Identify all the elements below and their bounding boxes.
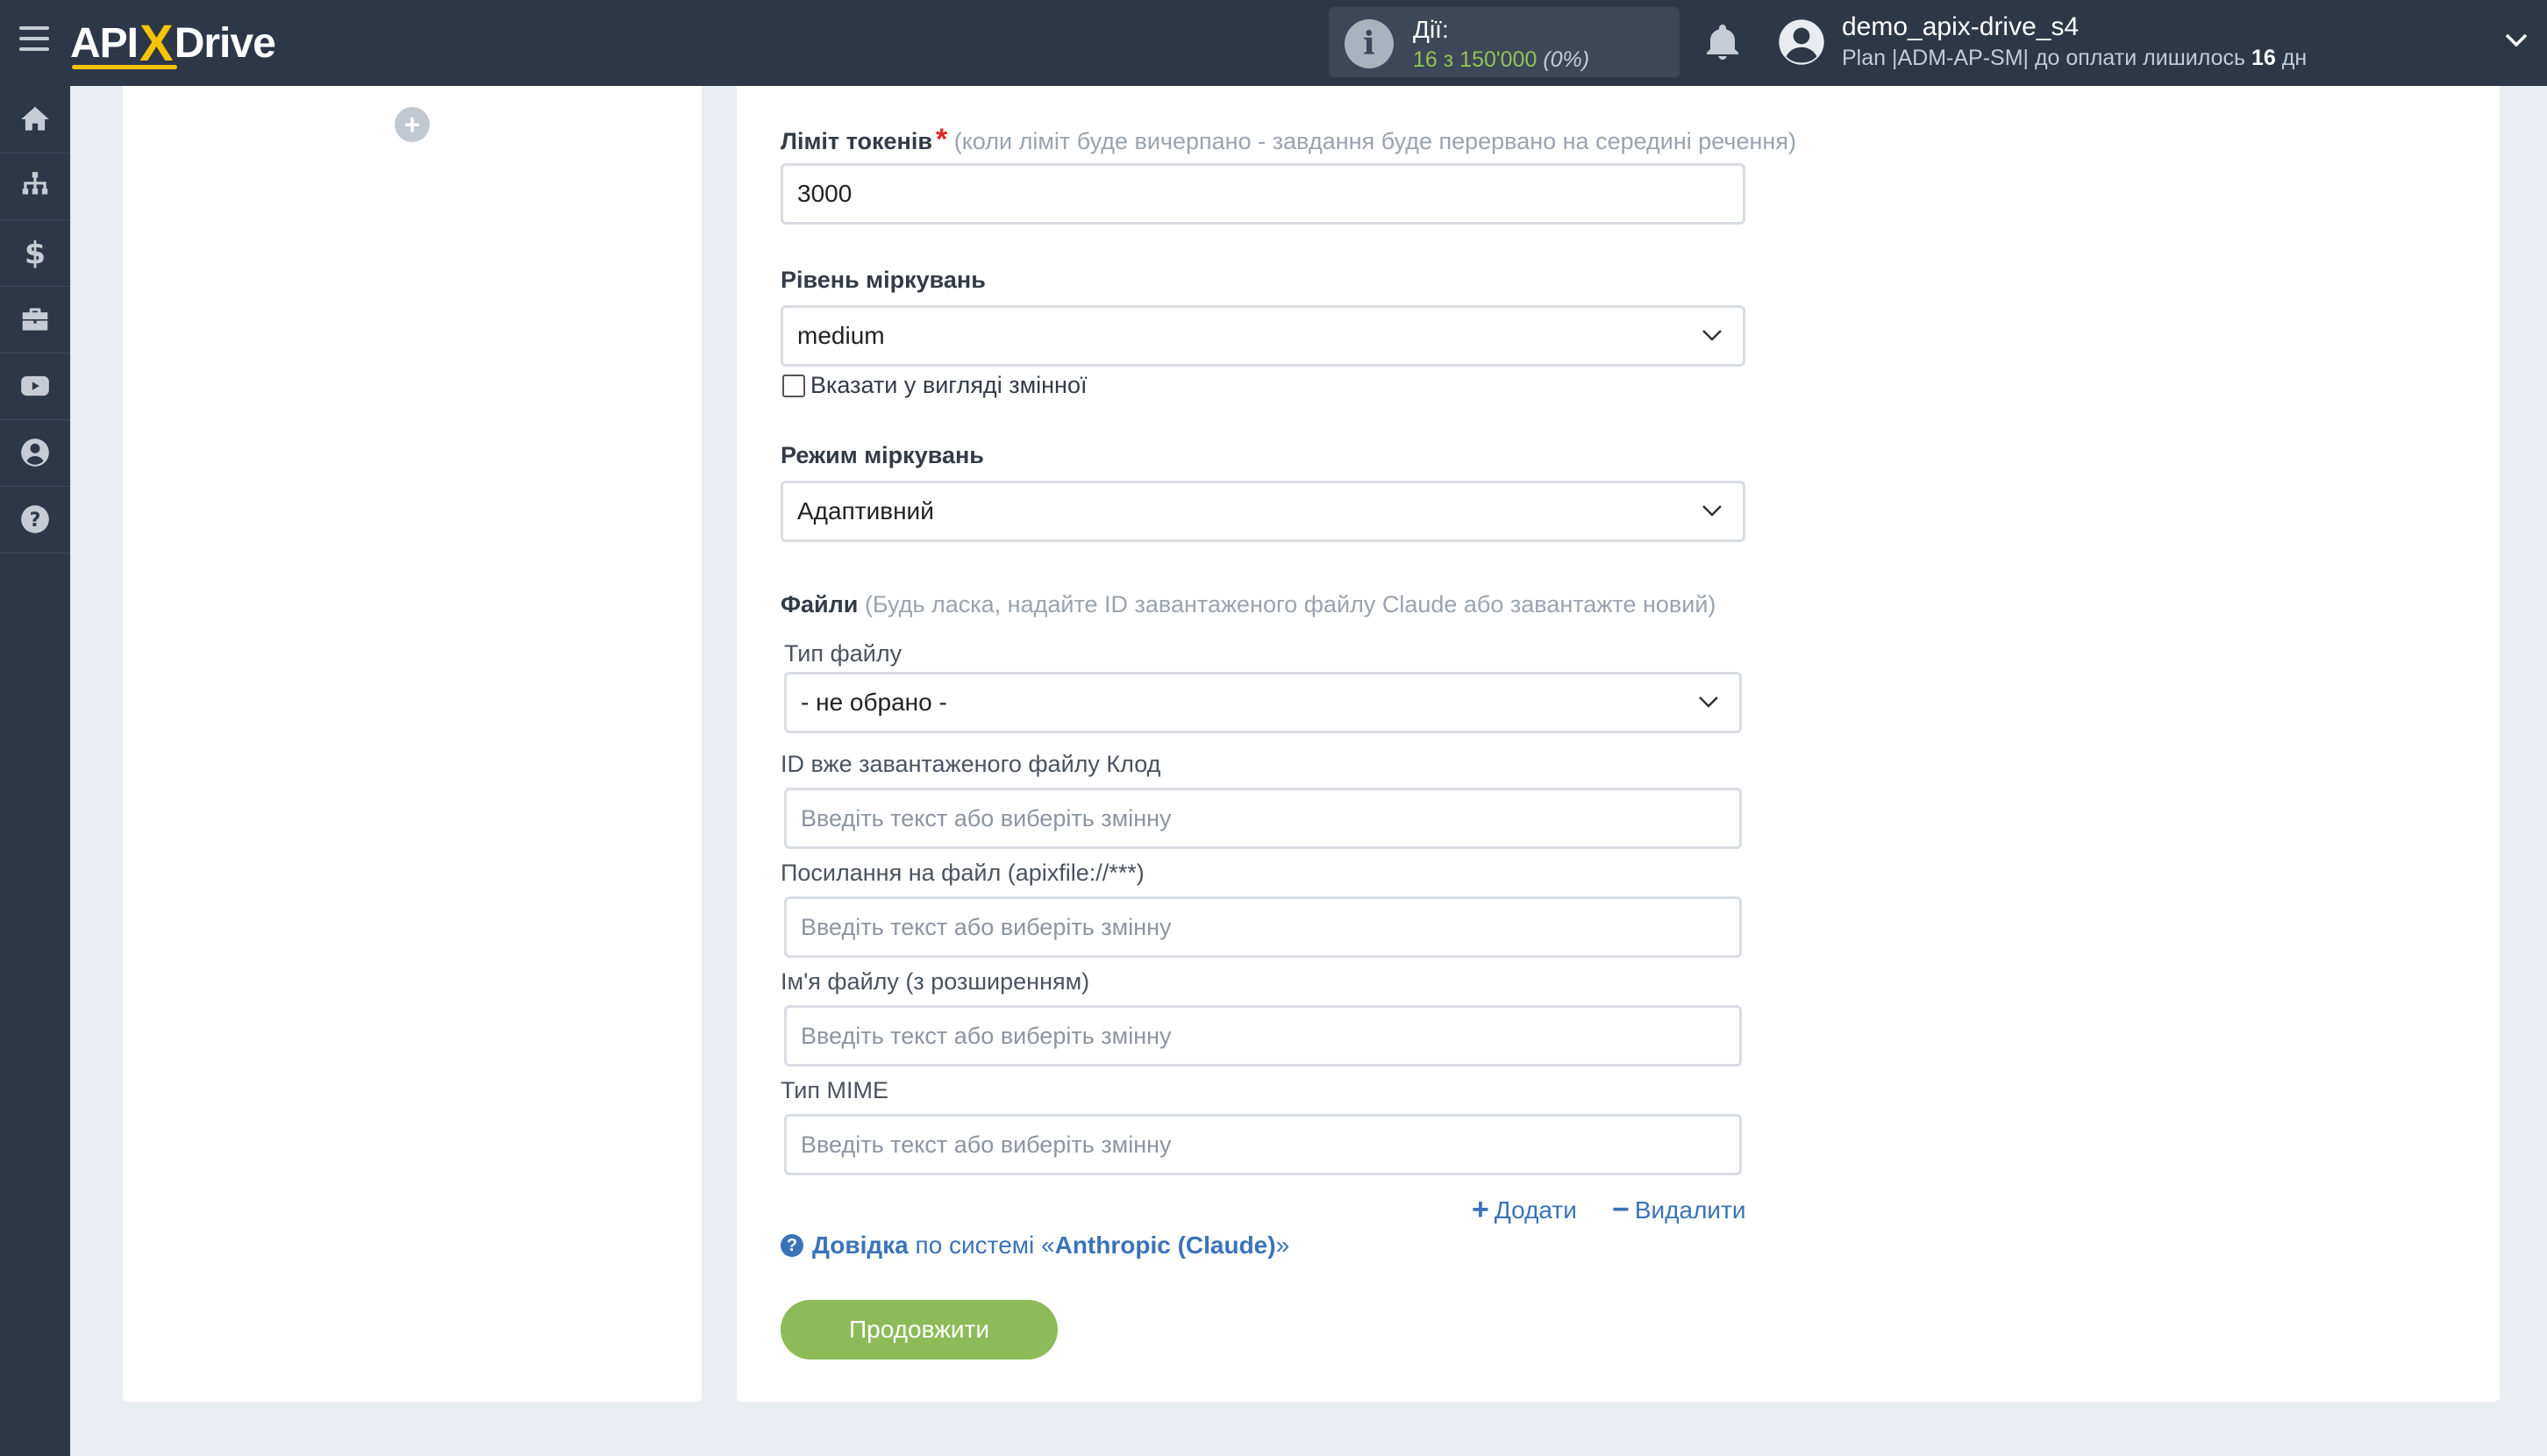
continue-button[interactable]: Продовжити bbox=[781, 1300, 1058, 1360]
mime-type-label: Тип MIME bbox=[781, 1077, 889, 1103]
actions-counter[interactable]: i Дії: 16 з 150'000 (0%) bbox=[1329, 7, 1680, 77]
reasoning-level-select[interactable]: medium bbox=[781, 305, 1745, 367]
token-limit-value: 3000 bbox=[797, 180, 853, 207]
add-step-button[interactable]: + bbox=[395, 107, 430, 142]
add-file-button[interactable]: + Додати bbox=[1472, 1193, 1577, 1227]
top-bar: API X Drive i Дії: 16 з 150'000 (0%) demo_… bbox=[0, 0, 2547, 86]
file-name-placeholder: Введіть текст або виберіть змінну bbox=[801, 1022, 1172, 1049]
plus-icon: + bbox=[1472, 1193, 1489, 1226]
add-file-label: Додати bbox=[1494, 1195, 1577, 1224]
user-icon bbox=[21, 439, 49, 467]
file-link-input[interactable]: Введіть текст або виберіть змінну bbox=[784, 896, 1742, 958]
sitemap-icon bbox=[22, 172, 48, 195]
nav-help[interactable]: ? bbox=[0, 486, 70, 553]
youtube-icon bbox=[21, 375, 49, 396]
file-id-placeholder: Введіть текст або виберіть змінну bbox=[801, 804, 1172, 831]
token-limit-input[interactable]: 3000 bbox=[781, 163, 1745, 225]
nav-projects[interactable] bbox=[0, 286, 70, 353]
menu-icon[interactable] bbox=[19, 26, 49, 53]
logo-text-x: X bbox=[139, 14, 174, 72]
actions-count: 16 з 150'000 (0%) bbox=[1413, 47, 1590, 72]
file-name-label: Ім'я файлу (з розширенням) bbox=[781, 968, 1090, 995]
reasoning-level-value: medium bbox=[797, 322, 885, 349]
home-icon bbox=[21, 106, 49, 131]
chevron-down-icon bbox=[1702, 330, 1722, 341]
actions-label: Дії: bbox=[1413, 16, 1449, 43]
nav-home[interactable] bbox=[0, 86, 70, 153]
mime-type-placeholder: Введіть текст або виберіть змінну bbox=[801, 1131, 1172, 1158]
plan-info: Plan |ADM-AP-SM| до оплати лишилось 16 д… bbox=[1842, 46, 2308, 70]
left-panel: + bbox=[123, 86, 702, 1402]
help-icon: ? bbox=[21, 505, 49, 533]
nav-video[interactable] bbox=[0, 353, 70, 420]
logo-text-drive: Drive bbox=[174, 19, 276, 67]
reasoning-mode-value: Адаптивний bbox=[797, 497, 934, 525]
file-link-placeholder: Введіть текст або виберіть змінну bbox=[801, 913, 1172, 940]
info-icon: i bbox=[1345, 19, 1394, 68]
file-type-label: Тип файлу bbox=[784, 640, 903, 667]
reasoning-mode-select[interactable]: Адаптивний bbox=[781, 481, 1745, 542]
file-type-value: - не обрано - bbox=[801, 689, 947, 716]
svg-text:$: $ bbox=[25, 237, 46, 269]
remove-file-button[interactable]: − Видалити bbox=[1612, 1193, 1746, 1227]
file-name-input[interactable]: Введіть текст або виберіть змінну bbox=[784, 1005, 1742, 1067]
username[interactable]: demo_apix-drive_s4 bbox=[1842, 12, 2079, 42]
variable-checkbox[interactable] bbox=[782, 374, 805, 397]
chevron-down-icon bbox=[1699, 696, 1718, 708]
nav-profile[interactable] bbox=[0, 419, 70, 487]
help-link-middle: по системі « bbox=[915, 1231, 1055, 1259]
logo-underline bbox=[72, 65, 177, 69]
help-link-system: Anthropic (Claude) bbox=[1054, 1231, 1276, 1259]
question-icon: ? bbox=[781, 1234, 803, 1257]
dollar-icon: $ bbox=[25, 237, 46, 269]
file-id-label: ID вже завантаженого файлу Клод bbox=[781, 751, 1161, 777]
logo-text-api: API bbox=[70, 19, 139, 67]
nav-connections[interactable] bbox=[0, 153, 70, 220]
file-link-label: Посилання на файл (apixfile://***) bbox=[781, 860, 1145, 886]
variable-checkbox-label: Вказати у вигляді змінної bbox=[810, 372, 1088, 398]
logo[interactable]: API X Drive bbox=[70, 12, 276, 74]
minus-icon: − bbox=[1612, 1193, 1630, 1226]
remove-file-label: Видалити bbox=[1634, 1195, 1746, 1224]
file-id-input[interactable]: Введіть текст або виберіть змінну bbox=[784, 788, 1742, 849]
files-label: Файли (Будь ласка, надайте ID завантажен… bbox=[781, 591, 1716, 617]
bell-icon[interactable] bbox=[1702, 21, 1744, 63]
chevron-down-icon bbox=[1702, 505, 1722, 517]
mime-type-input[interactable]: Введіть текст або виберіть змінну bbox=[784, 1114, 1742, 1175]
svg-text:?: ? bbox=[30, 509, 41, 532]
nav-billing[interactable]: $ bbox=[0, 219, 70, 287]
user-avatar-icon[interactable] bbox=[1777, 18, 1826, 67]
side-nav: $ ? bbox=[0, 86, 70, 1456]
help-link-label: Довідка bbox=[812, 1231, 909, 1259]
token-limit-label: Ліміт токенів * (коли ліміт буде вичерпан… bbox=[781, 123, 1796, 156]
help-link-end: » bbox=[1275, 1231, 1290, 1259]
briefcase-icon bbox=[22, 308, 48, 331]
file-type-select[interactable]: - не обрано - bbox=[784, 672, 1742, 733]
reasoning-level-label: Рівень міркувань bbox=[781, 267, 986, 293]
reasoning-mode-label: Режим міркувань bbox=[781, 442, 984, 468]
variable-checkbox-row[interactable]: Вказати у вигляді змінної bbox=[782, 372, 1087, 399]
help-link[interactable]: ? Довідка по системі «Anthropic (Claude)… bbox=[781, 1231, 1289, 1260]
chevron-down-icon[interactable] bbox=[2505, 33, 2528, 47]
